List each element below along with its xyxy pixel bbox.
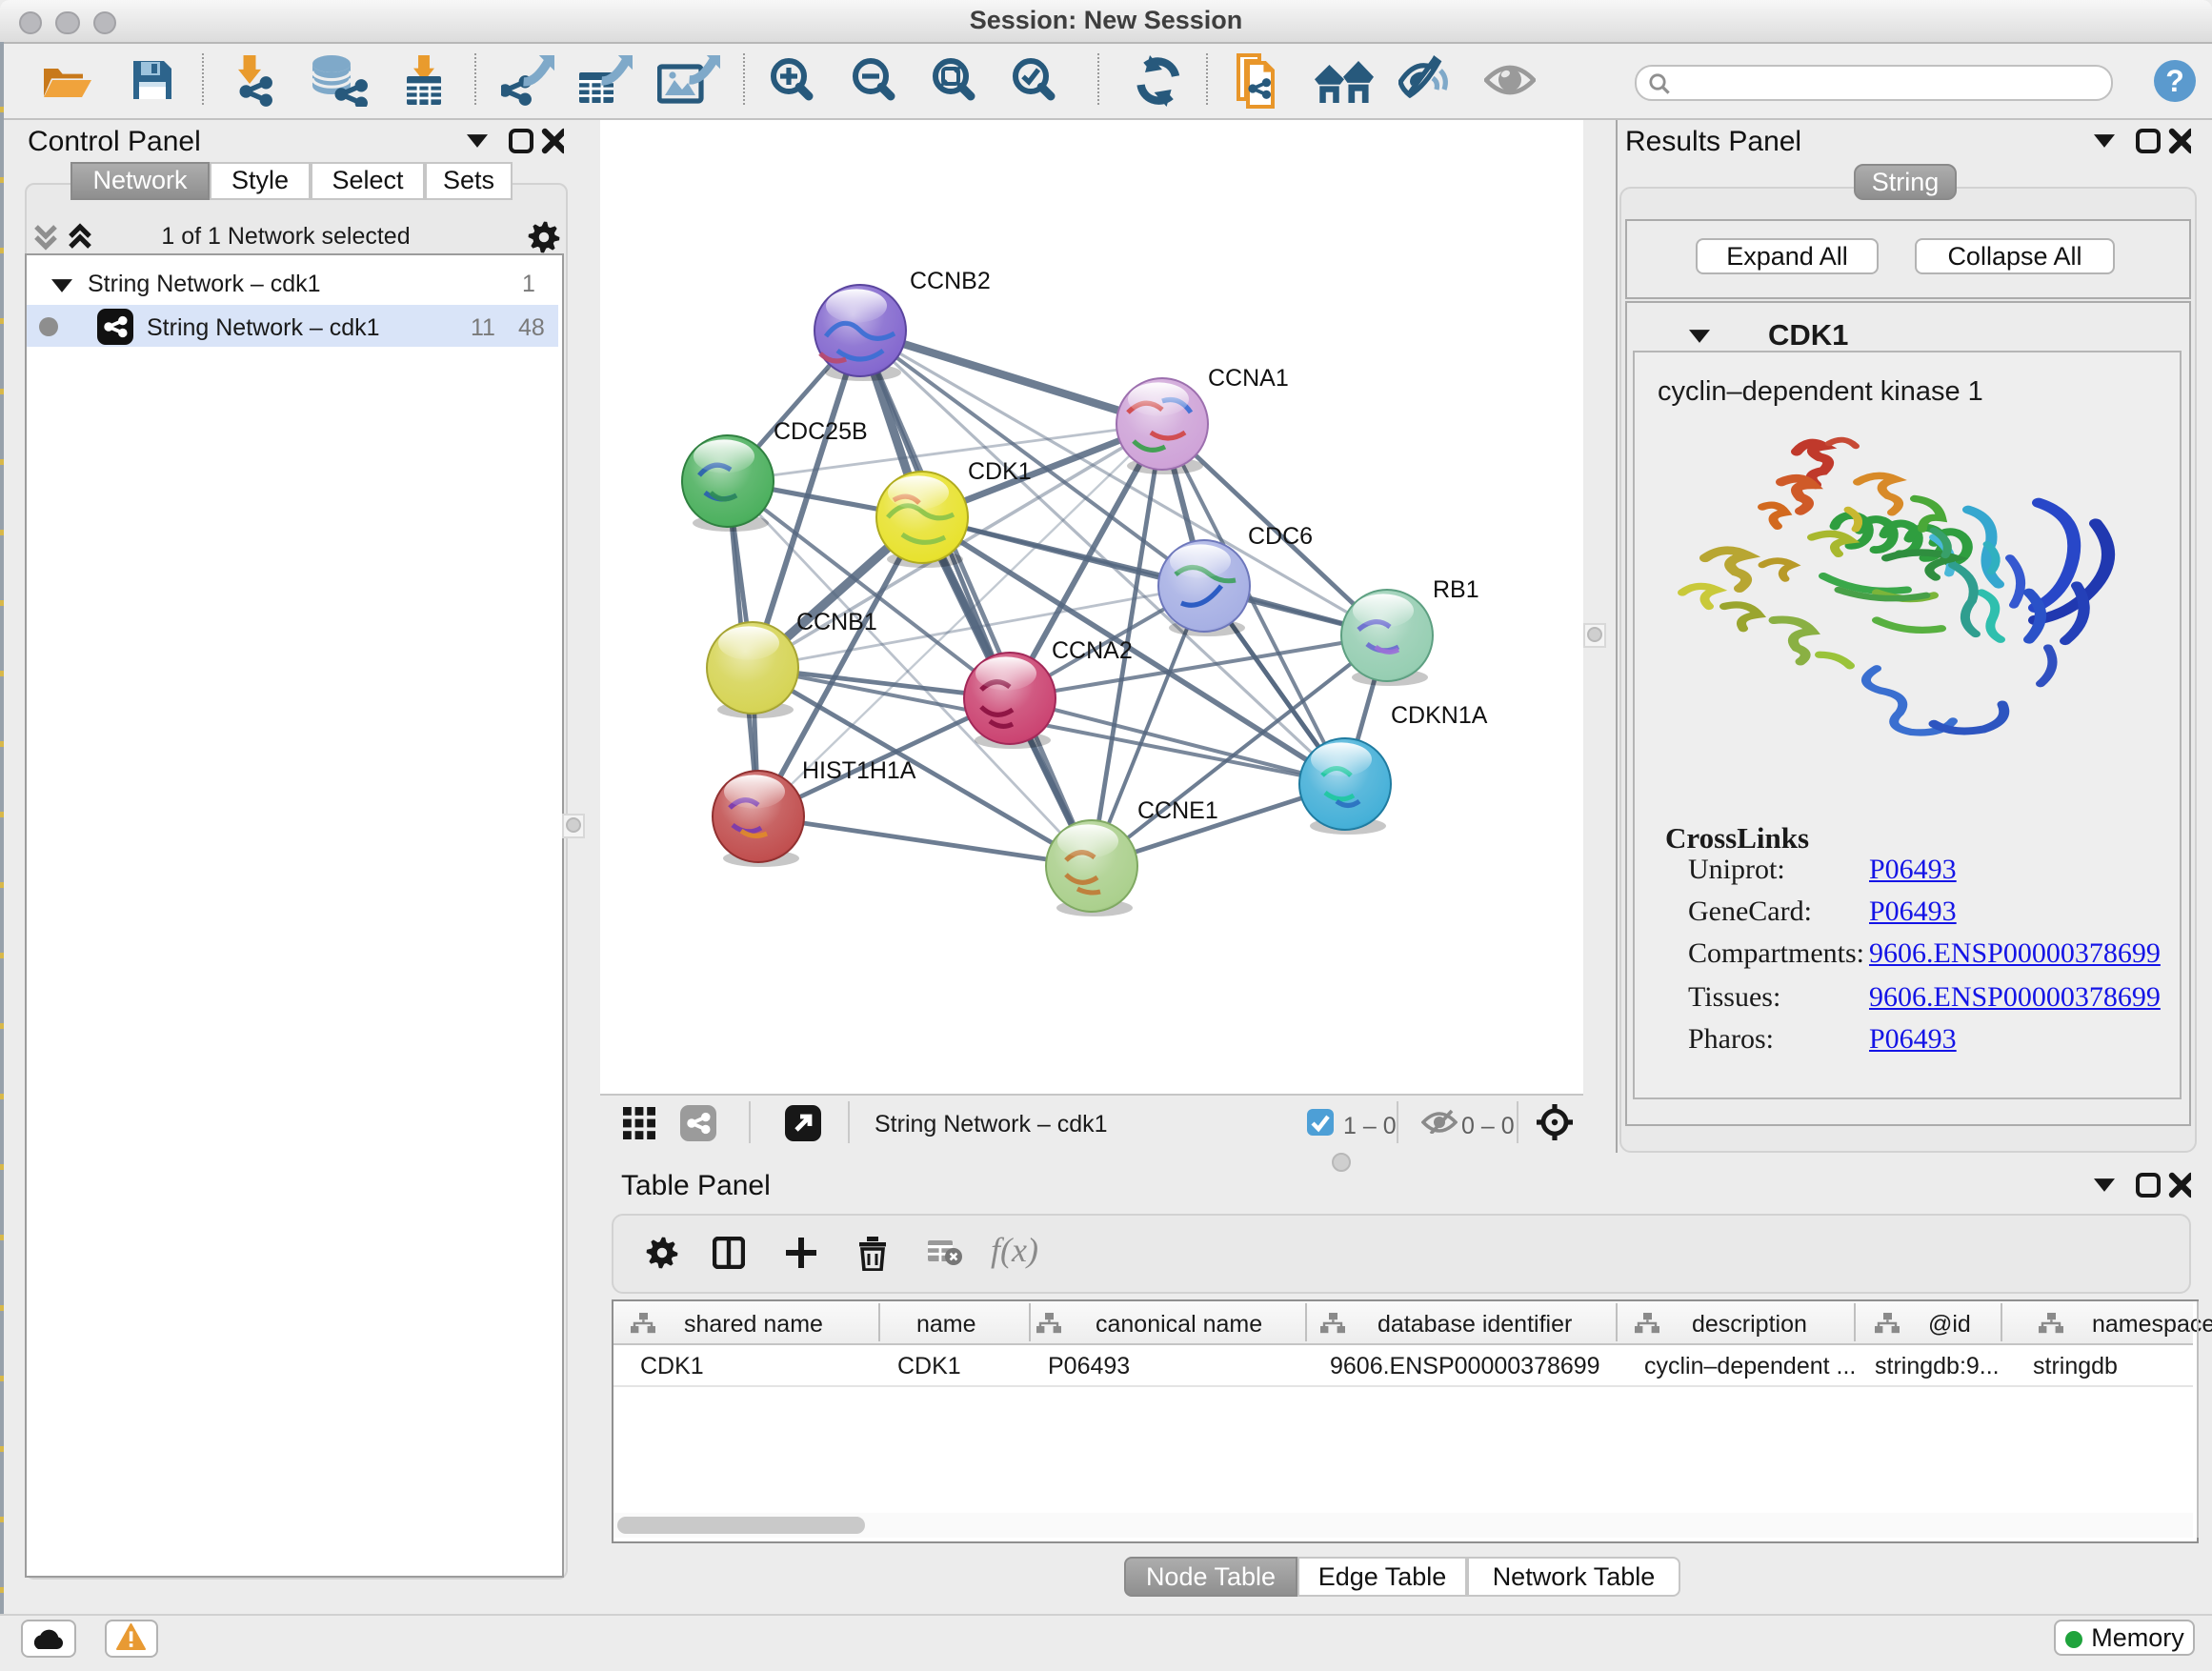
svg-text:?: ? (2165, 64, 2184, 98)
svg-text:CCNB1: CCNB1 (796, 608, 877, 634)
svg-text:CCNA1: CCNA1 (1208, 364, 1289, 391)
svg-text:RB1: RB1 (1433, 575, 1479, 602)
svg-text:CDC25B: CDC25B (774, 417, 868, 444)
svg-text:CDC6: CDC6 (1248, 522, 1313, 549)
svg-text:HIST1H1A: HIST1H1A (802, 756, 916, 783)
svg-text:CCNB2: CCNB2 (910, 267, 991, 293)
svg-text:CCNE1: CCNE1 (1137, 796, 1218, 823)
svg-text:CDK1: CDK1 (968, 457, 1032, 484)
svg-text:CCNA2: CCNA2 (1052, 636, 1133, 663)
svg-text:CDKN1A: CDKN1A (1391, 701, 1488, 728)
